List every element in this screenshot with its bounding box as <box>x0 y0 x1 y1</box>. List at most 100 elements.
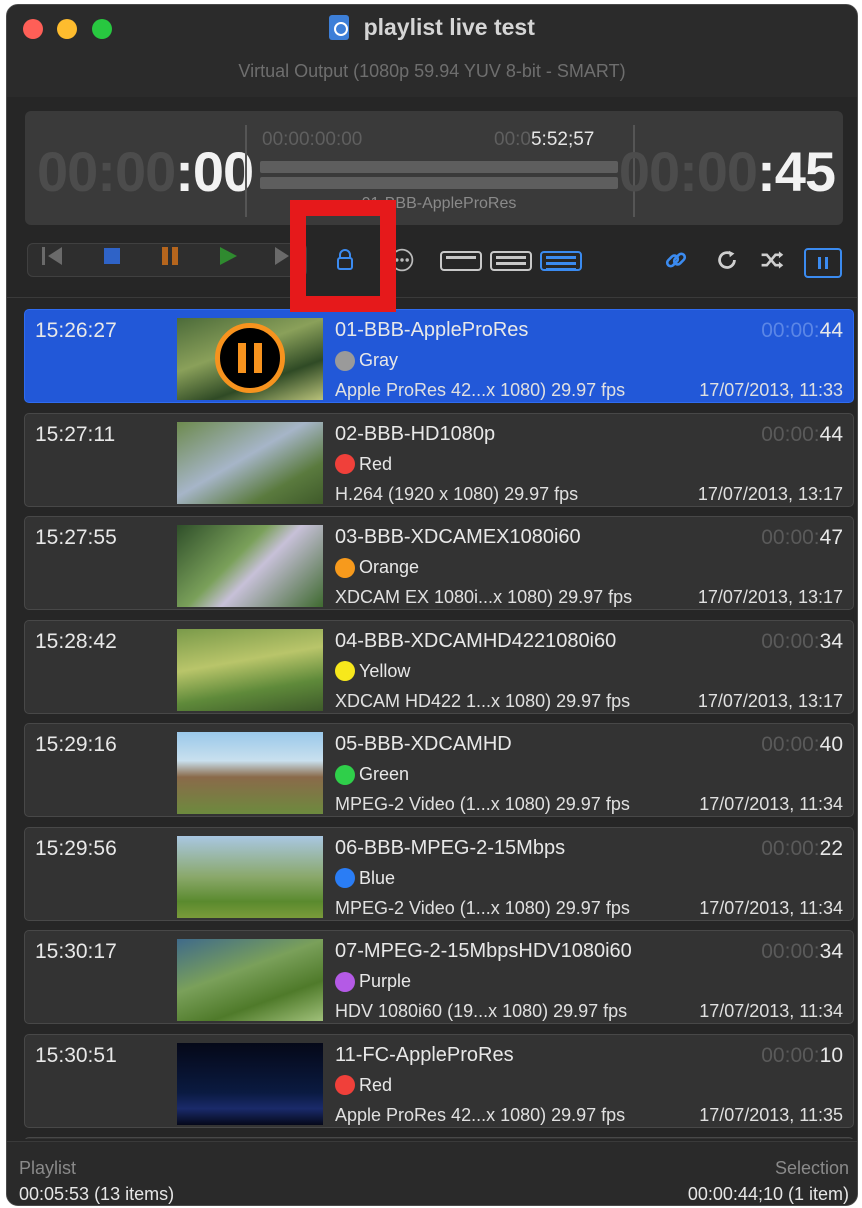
separator <box>7 297 857 298</box>
clip-name: 11-FC-AppleProRes <box>335 1043 514 1066</box>
color-dot-icon <box>335 764 355 785</box>
clip-name: 02-BBB-HD1080p <box>335 422 496 445</box>
color-label: Orange <box>335 557 419 578</box>
duration-bright: 10 <box>819 1043 843 1067</box>
playlist-row[interactable]: 15:27:55 03-BBB-XDCAMEX1080i60 00:00:47 … <box>24 516 854 610</box>
start-time: 15:29:16 <box>35 733 117 756</box>
color-label-text: Gray <box>359 350 399 370</box>
window-title-group: playlist live test <box>7 14 857 41</box>
window-title: playlist live test <box>363 14 535 40</box>
view-large-icon[interactable] <box>540 251 582 271</box>
color-label-text: Yellow <box>359 660 411 681</box>
playlist-row[interactable]: 15:30:51 11-FC-AppleProRes 00:00:10 Red … <box>24 1033 854 1128</box>
clip-start-timecode: 00:00:00:00 <box>262 129 363 150</box>
clip-format: Apple ProRes 42...x 1080) 29.97 fps <box>335 1104 626 1125</box>
clip-name: 05-BBB-XDCAMHD <box>335 733 512 755</box>
clip-duration: 00:00:34 <box>761 630 843 654</box>
color-label: Gray <box>335 350 398 371</box>
duration-dim: 00:00: <box>761 422 820 446</box>
clip-thumbnail <box>177 939 323 1021</box>
clip-format: Apple ProRes 42...x 1080) 29.97 fps <box>335 380 626 400</box>
playlist-row[interactable]: 15:26:27 01-BBB-AppleProRes 00:00:44 Gra… <box>24 309 854 403</box>
stop-icon[interactable] <box>99 243 125 269</box>
color-label-text: Red <box>359 1074 393 1095</box>
clip-format: H.264 (1920 x 1080) 29.97 fps <box>335 483 579 504</box>
duration-bright: 40 <box>819 733 843 756</box>
clip-duration: 00:00:40 <box>761 733 843 757</box>
duration-dim: 00:00: <box>761 733 820 756</box>
remaining-bright: :45 <box>757 140 836 203</box>
selection-total: 00:00:44;10 (1 item) <box>687 1184 849 1204</box>
clip-thumbnail <box>177 421 323 504</box>
clip-date: 17/07/2013, 13:17 <box>697 587 843 607</box>
clip-thumbnail <box>177 835 323 918</box>
clip-name: 01-BBB-AppleProRes <box>335 319 529 341</box>
duration-dim: 00:00: <box>761 836 820 860</box>
clip-format: XDCAM HD422 1...x 1080) 29.97 fps <box>335 690 631 711</box>
start-time: 15:28:42 <box>35 629 117 653</box>
play-icon[interactable] <box>215 243 241 269</box>
color-dot-icon <box>335 557 355 578</box>
pause-icon[interactable] <box>157 243 183 269</box>
color-label-text: Purple <box>359 971 412 991</box>
output-description: Virtual Output (1080p 59.94 YUV 8-bit - … <box>238 61 626 81</box>
pause-box-icon[interactable] <box>804 248 842 278</box>
playlist-row[interactable]: 15:27:11 02-BBB-HD1080p 00:00:44 Red H.2… <box>24 412 854 507</box>
clip-duration: 00:00:44 <box>761 423 843 447</box>
remaining-timecode: 00:00:45 <box>619 139 836 204</box>
clip-date: 17/07/2013, 13:17 <box>697 483 843 504</box>
playlist-row[interactable]: 15:31:01 12-FC-HD1080p 00:00:15 <box>24 1137 854 1139</box>
clip-name: 06-BBB-MPEG-2-15Mbps <box>335 836 566 859</box>
timecode-panel: 00:00:00 00:00:00:00 00:05:52;57 01-BBB-… <box>25 111 843 225</box>
shuffle-icon[interactable] <box>759 247 785 273</box>
playlist-row[interactable]: 15:29:16 05-BBB-XDCAMHD 00:00:40 Green M… <box>24 723 854 817</box>
skip-back-icon[interactable] <box>39 243 65 269</box>
start-time: 15:26:27 <box>35 319 117 342</box>
selection-label: Selection <box>774 1158 849 1178</box>
clip-date: 17/07/2013, 11:35 <box>699 1104 843 1125</box>
clip-thumbnail <box>177 1042 323 1125</box>
playlist-row[interactable]: 15:30:17 07-MPEG-2-15MbpsHDV1080i60 00:0… <box>24 930 854 1024</box>
clip-date: 17/07/2013, 11:34 <box>699 1001 843 1021</box>
color-label: Red <box>335 1075 392 1096</box>
highlight-box <box>290 200 396 312</box>
clip-name: 07-MPEG-2-15MbpsHDV1080i60 <box>335 940 632 962</box>
link-icon[interactable] <box>663 247 689 273</box>
duration-dim: 00:00: <box>761 526 820 549</box>
color-label: Purple <box>335 971 411 992</box>
color-label: Red <box>335 454 392 475</box>
transport-toolbar <box>7 235 857 295</box>
clip-thumbnail <box>177 732 323 814</box>
playlist-row[interactable]: 15:29:56 06-BBB-MPEG-2-15Mbps 00:00:22 B… <box>24 826 854 921</box>
loop-icon[interactable] <box>714 247 740 273</box>
clip-name: 03-BBB-XDCAMEX1080i60 <box>335 526 581 548</box>
start-time: 15:27:55 <box>35 526 117 549</box>
progress-bar-top[interactable] <box>260 161 618 173</box>
duration-bright: 47 <box>819 526 843 549</box>
clip-duration: 00:00:44 <box>761 319 843 343</box>
color-dot-icon <box>335 350 355 371</box>
document-icon <box>329 15 350 40</box>
start-time: 15:30:17 <box>35 940 117 963</box>
clip-format: HDV 1080i60 (19...x 1080) 29.97 fps <box>335 1001 628 1021</box>
duration-bright: 22 <box>819 836 843 860</box>
color-label-text: Green <box>359 764 410 784</box>
elapsed-timecode: 00:00:00 <box>37 139 254 204</box>
duration-dim: 00:00: <box>761 1043 820 1067</box>
color-label: Blue <box>335 868 395 889</box>
clip-thumbnail <box>177 525 323 607</box>
color-dot-icon <box>335 971 355 992</box>
playlist-row[interactable]: 15:28:42 04-BBB-XDCAMHD4221080i60 00:00:… <box>24 619 854 714</box>
elapsed-dim: 00:00 <box>37 140 176 203</box>
elapsed-bright: :00 <box>175 140 254 203</box>
playlist-label: Playlist <box>19 1158 77 1178</box>
status-footer: Playlist 00:05:53 (13 items) Selection 0… <box>7 1141 857 1205</box>
view-medium-icon[interactable] <box>490 251 532 271</box>
paused-badge-icon <box>215 323 285 393</box>
color-label: Yellow <box>335 661 410 682</box>
start-time: 15:30:51 <box>35 1043 117 1067</box>
clip-name: 04-BBB-XDCAMHD4221080i60 <box>335 629 617 652</box>
duration-dim: 00:00: <box>761 629 820 653</box>
progress-bar-bottom[interactable] <box>260 177 618 189</box>
view-small-icon[interactable] <box>440 251 482 271</box>
